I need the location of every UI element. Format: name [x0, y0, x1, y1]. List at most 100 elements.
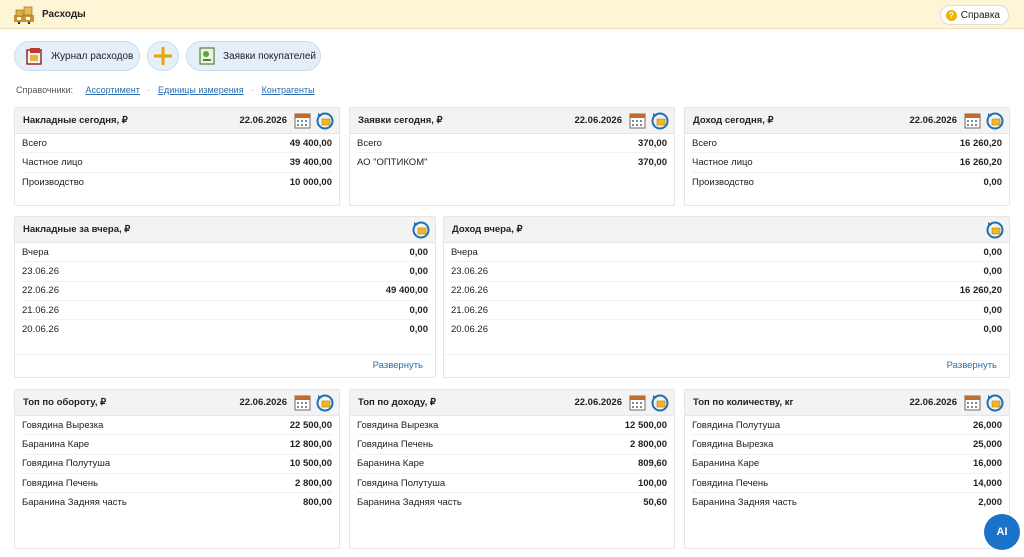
table-row: Баранина Каре 12 800,00 — [22, 435, 332, 455]
card-rows: Говядина Вырезка 22 500,00 Баранина Каре 12… — [15, 416, 339, 512]
journal-icon — [26, 48, 42, 65]
refresh-icon[interactable] — [651, 394, 669, 412]
row-value: 0,00 — [983, 246, 1003, 258]
table-row: Говядина Вырезка 25,000 — [692, 435, 1002, 455]
card-invoices-yesterday: Накладные за вчера, ₽ Вчера 0,00 23.06.26 0,… — [14, 216, 436, 378]
card-header: Топ по количеству, кг 22.06.2026 — [685, 390, 1009, 416]
row-label: Баранина Каре — [692, 458, 760, 470]
row-label: 21.06.26 — [451, 304, 488, 316]
card-rows: Вчера 0,00 23.06.26 0,00 22.06.26 49 400,00 21… — [15, 243, 435, 339]
table-row: Частное лицо 39 400,00 — [22, 153, 332, 173]
row-value: 16,000 — [972, 458, 1002, 470]
table-row: Говядина Печень 2 800,00 — [22, 474, 332, 494]
ref-link-units[interactable]: Единицы измерения — [158, 85, 244, 95]
table-row: Говядина Полутуша 100,00 — [357, 474, 667, 494]
card-top-turnover: Топ по обороту, ₽ 22.06.2026 Говядина Выре… — [14, 389, 340, 549]
card-rows: Вчера 0,00 23.06.26 0,00 22.06.26 16 260,20 21… — [444, 243, 1009, 339]
card-date: 22.06.2026 — [239, 115, 287, 126]
row-label: Говядина Вырезка — [357, 419, 439, 431]
table-row: Говядина Печень 14,000 — [692, 474, 1002, 494]
calendar-icon[interactable] — [964, 112, 981, 129]
table-row: 20.06.26 0,00 — [22, 320, 428, 339]
top-bar: Расходы ? Справка — [0, 0, 1024, 29]
row-value: 49 400,00 — [385, 285, 428, 297]
help-button[interactable]: ? Справка — [939, 5, 1009, 25]
table-row: Всего 49 400,00 — [22, 134, 332, 154]
ref-link-contractors[interactable]: Контрагенты — [262, 85, 315, 95]
calendar-icon[interactable] — [294, 112, 311, 129]
row-value: 14,000 — [972, 477, 1002, 489]
card-title: Топ по количеству, кг — [693, 397, 794, 408]
refresh-icon[interactable] — [316, 112, 334, 130]
row-label: Баранина Каре — [22, 438, 90, 450]
row-label: Говядина Вырезка — [692, 438, 774, 450]
expense-journal-label: Журнал расходов — [51, 50, 134, 62]
refresh-icon[interactable] — [986, 221, 1004, 239]
table-row: Всего 370,00 — [357, 134, 667, 154]
row-value: 800,00 — [302, 497, 332, 509]
row-label: Частное лицо — [22, 156, 83, 168]
card-top-quantity: Топ по количеству, кг 22.06.2026 Говядина … — [684, 389, 1010, 549]
calendar-icon[interactable] — [629, 112, 646, 129]
table-row: Всего 16 260,20 — [692, 134, 1002, 154]
row-label: 20.06.26 — [451, 324, 488, 336]
table-row: Говядина Печень 2 800,00 — [357, 435, 667, 455]
row-value: 2,000 — [978, 497, 1002, 509]
customer-orders-button[interactable]: Заявки покупателей — [186, 41, 321, 71]
row-value: 39 400,00 — [289, 156, 332, 168]
row-label: 21.06.26 — [22, 304, 59, 316]
calendar-icon[interactable] — [964, 394, 981, 411]
row-value: 370,00 — [637, 137, 667, 149]
card-header: Накладные сегодня, ₽ 22.06.2026 — [15, 108, 339, 134]
ai-assistant-button[interactable]: AI — [984, 514, 1020, 550]
row-label: Вчера — [451, 246, 478, 258]
row-label: Всего — [22, 137, 47, 149]
plus-icon — [154, 47, 172, 65]
card-title: Топ по доходу, ₽ — [358, 397, 436, 408]
refresh-icon[interactable] — [986, 394, 1004, 412]
table-row: Баранина Каре 16,000 — [692, 455, 1002, 474]
card-header: Топ по доходу, ₽ 22.06.2026 — [350, 390, 674, 416]
table-row: Производство 10 000,00 — [22, 173, 332, 192]
row-label: Всего — [357, 137, 382, 149]
row-value: 0,00 — [983, 265, 1003, 277]
table-row: 23.06.26 0,00 — [451, 262, 1003, 282]
table-row: Вчера 0,00 — [451, 243, 1003, 263]
card-date: 22.06.2026 — [909, 397, 957, 408]
card-header: Накладные за вчера, ₽ — [15, 217, 435, 243]
add-button[interactable] — [147, 41, 179, 71]
table-row: Вчера 0,00 — [22, 243, 428, 263]
help-icon: ? — [945, 9, 957, 21]
card-title: Топ по обороту, ₽ — [23, 397, 107, 408]
card-header: Топ по обороту, ₽ 22.06.2026 — [15, 390, 339, 416]
row-label: Говядина Печень — [692, 477, 769, 489]
references-prefix: Справочники: — [16, 85, 74, 95]
calendar-icon[interactable] — [629, 394, 646, 411]
expense-journal-button[interactable]: Журнал расходов — [14, 41, 140, 71]
row-value: 50,60 — [643, 497, 667, 509]
row-label: Баранина Каре — [357, 458, 425, 470]
expand-link[interactable]: Развернуть — [947, 360, 997, 371]
row-label: 20.06.26 — [22, 324, 59, 336]
help-label: Справка — [960, 9, 1000, 21]
expand-link[interactable]: Развернуть — [373, 360, 423, 371]
table-row: 22.06.26 49 400,00 — [22, 282, 428, 301]
refresh-icon[interactable] — [651, 112, 669, 130]
table-row: Баранина Задняя часть 2,000 — [692, 493, 1002, 512]
card-invoices-today: Накладные сегодня, ₽ 22.06.2026 Всего 49 40… — [14, 107, 340, 206]
card-title: Накладные сегодня, ₽ — [23, 115, 128, 126]
row-label: Баранина Задняя часть — [357, 497, 462, 509]
calendar-icon[interactable] — [294, 394, 311, 411]
references-bar: Справочники: Ассортимент · Единицы измер… — [16, 85, 315, 95]
card-title: Доход сегодня, ₽ — [693, 115, 774, 126]
row-label: Говядина Полутуша — [692, 419, 781, 431]
row-value: 16 260,20 — [959, 156, 1002, 168]
refresh-icon[interactable] — [412, 221, 430, 239]
ref-link-assortment[interactable]: Ассортимент — [86, 85, 140, 95]
card-date: 22.06.2026 — [574, 115, 622, 126]
row-value: 22 500,00 — [289, 419, 332, 431]
refresh-icon[interactable] — [316, 394, 334, 412]
row-label: Баранина Задняя часть — [22, 497, 127, 509]
refresh-icon[interactable] — [986, 112, 1004, 130]
card-date: 22.06.2026 — [239, 397, 287, 408]
